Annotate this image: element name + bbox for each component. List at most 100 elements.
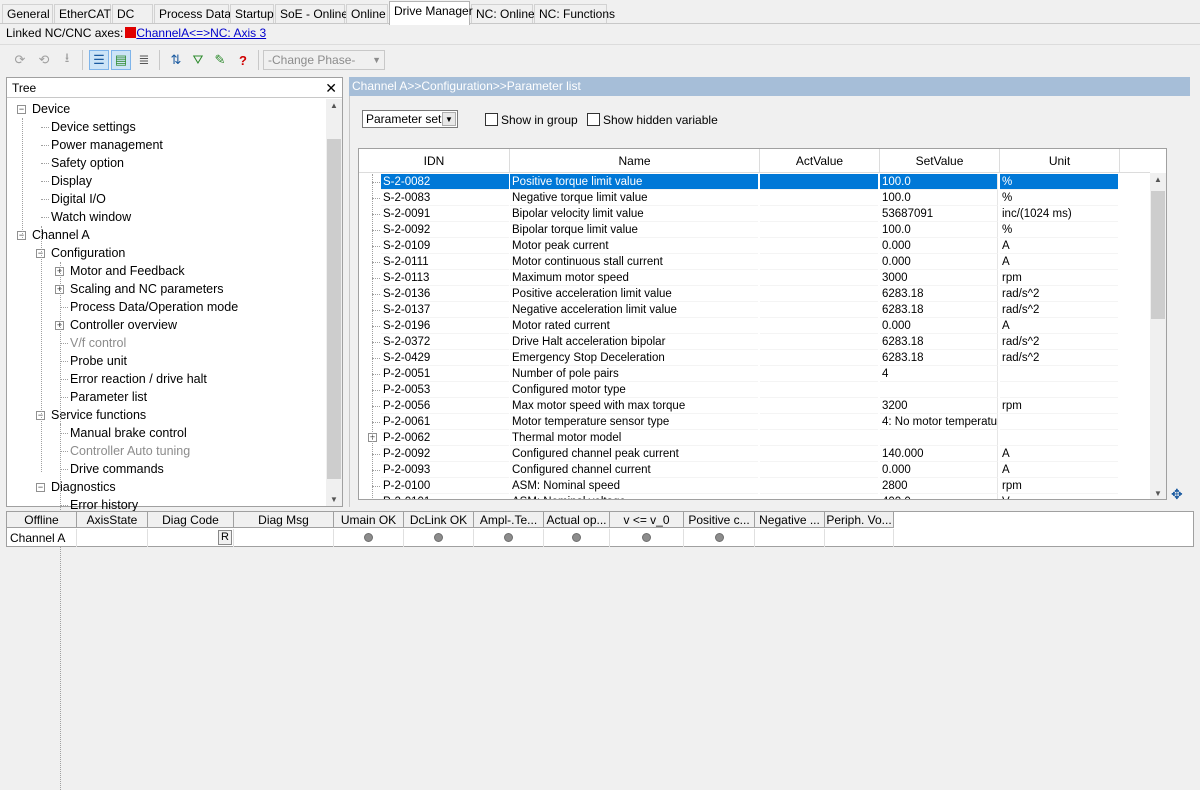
column-header-setvalue[interactable]: SetValue [880, 149, 1000, 173]
table-row[interactable]: + P-2-0062 Thermal motor model [359, 430, 1149, 446]
reset-button[interactable]: R [218, 530, 232, 545]
cell-set[interactable]: 0.000 [880, 238, 998, 254]
tab-ethercat[interactable]: EtherCAT [54, 4, 111, 23]
cell-set[interactable] [880, 430, 998, 446]
table-row[interactable]: P-2-0056 Max motor speed with max torque 3… [359, 398, 1149, 414]
cell-set[interactable] [880, 382, 998, 398]
table-row[interactable]: S-2-0113 Maximum motor speed 3000 rpm [359, 270, 1149, 286]
table-row[interactable]: P-2-0101ASM: Nominal voltage 400.0V [359, 494, 1149, 499]
cell-set[interactable]: 3200 [880, 398, 998, 414]
linked-axis-link[interactable]: ChannelA<=>NC: Axis 3 [136, 26, 266, 40]
cell-set[interactable]: 100.0 [880, 222, 998, 238]
tab-online[interactable]: Online [346, 4, 388, 23]
table-row[interactable]: S-2-0111 Motor continuous stall current 0.… [359, 254, 1149, 270]
tree-scrollbar[interactable]: ▲ ▼ [326, 99, 342, 506]
collapse-icon[interactable]: − [36, 483, 45, 492]
tree-item[interactable]: Watch window [51, 208, 131, 226]
cell-set[interactable]: 100.0 [880, 190, 998, 206]
cell-set[interactable]: 100.0 [880, 174, 998, 190]
column-header-actvalue[interactable]: ActValue [760, 149, 880, 173]
table-row[interactable]: S-2-0136 Positive acceleration limit valu… [359, 286, 1149, 302]
tree-item[interactable]: Parameter list [70, 388, 147, 406]
change-phase-select[interactable]: -Change Phase- ▼ [263, 50, 385, 70]
parameter-set-select[interactable]: Parameter set 2 ▼ [362, 110, 458, 128]
table-row[interactable]: S-2-0082 Positive torque limit value 100.0… [359, 174, 1149, 190]
cell-set[interactable]: 53687091 [880, 206, 998, 222]
table-row[interactable]: P-2-0061 Motor temperature sensor type 4: … [359, 414, 1149, 430]
cell-set[interactable]: 6283.18 [880, 286, 998, 302]
tree-item[interactable]: Scaling and NC parameters [70, 280, 224, 298]
table-row[interactable]: S-2-0429 Emergency Stop Deceleration 6283.… [359, 350, 1149, 366]
help-icon[interactable]: ? [233, 50, 253, 70]
tree-item[interactable]: Display [51, 172, 92, 190]
table-row[interactable]: S-2-0372 Drive Halt acceleration bipolar 6… [359, 334, 1149, 350]
column-header-name[interactable]: Name [510, 149, 760, 173]
tab-general[interactable]: General [2, 4, 53, 23]
tree-item[interactable]: Power management [51, 136, 163, 154]
table-row[interactable]: P-2-0051 Number of pole pairs 4 [359, 366, 1149, 382]
tree-item[interactable]: Drive commands [70, 460, 164, 478]
table-row[interactable]: S-2-0137 Negative acceleration limit valu… [359, 302, 1149, 318]
table-row[interactable]: S-2-0091 Bipolar velocity limit value 5368… [359, 206, 1149, 222]
cell-set[interactable]: 2800 [880, 478, 998, 494]
cell-set[interactable]: 0.000 [880, 462, 998, 478]
status-header-3: Diag Msg [234, 512, 334, 528]
column-header-idn[interactable]: IDN [359, 149, 510, 173]
cell-set[interactable]: 4 [880, 366, 998, 382]
grid-view-icon[interactable]: ▤ [111, 50, 131, 70]
tree-item[interactable]: Probe unit [70, 352, 127, 370]
cell-set[interactable]: 4: No motor temperatur... [880, 414, 998, 430]
grid-scrollbar[interactable]: ▲ ▼ [1150, 173, 1166, 499]
table-row[interactable]: S-2-0196 Motor rated current 0.000 A [359, 318, 1149, 334]
status-header-8: v <= v_0 [610, 512, 684, 528]
tree-item[interactable]: Error reaction / drive halt [70, 370, 207, 388]
tab-nc-online[interactable]: NC: Online [471, 4, 535, 23]
cell-set[interactable]: 6283.18 [880, 350, 998, 366]
column-header-unit[interactable]: Unit [1000, 149, 1120, 173]
table-row[interactable]: S-2-0092 Bipolar torque limit value 100.0% [359, 222, 1149, 238]
filter-icon[interactable]: ⛛ [188, 50, 208, 70]
tab-drive-manager[interactable]: Drive Manager [389, 1, 473, 25]
tab-startup[interactable]: Startup [230, 4, 274, 23]
table-row[interactable]: S-2-0109 Motor peak current 0.000 A [359, 238, 1149, 254]
tree-item[interactable]: Digital I/O [51, 190, 106, 208]
cell-set[interactable]: 0.000 [880, 254, 998, 270]
show-in-group-checkbox[interactable] [485, 113, 498, 126]
tools-icon[interactable]: ✎ [210, 50, 230, 70]
table-row[interactable]: S-2-0083 Negative torque limit value 100.0… [359, 190, 1149, 206]
cell-set[interactable]: 6283.18 [880, 302, 998, 318]
cell-name: Configured channel peak current [510, 446, 758, 462]
collapse-icon[interactable]: − [17, 105, 26, 114]
sort-icon[interactable]: ⇅ [166, 50, 186, 70]
table-row[interactable]: P-2-0053 Configured motor type [359, 382, 1149, 398]
table-row[interactable]: P-2-0100 ASM: Nominal speed 2800 rpm [359, 478, 1149, 494]
refresh-all-icon[interactable]: ⟲ [34, 50, 54, 70]
tree-item[interactable]: Controller overview [70, 316, 177, 334]
tree-item[interactable]: Manual brake control [70, 424, 187, 442]
tree-item[interactable]: Motor and Feedback [70, 262, 185, 280]
tree-item[interactable]: Device [32, 100, 70, 118]
refresh-icon[interactable]: ⟳ [10, 50, 30, 70]
tab-dc[interactable]: DC [112, 4, 153, 23]
tree-item[interactable]: Safety option [51, 154, 124, 172]
cell-set[interactable]: 140.000 [880, 446, 998, 462]
tree-item[interactable]: Service functions [51, 406, 146, 424]
cell-set[interactable]: 0.000 [880, 318, 998, 334]
tab-process-data[interactable]: Process Data [154, 4, 231, 23]
download-icon[interactable]: ⭳ [57, 50, 77, 70]
cell-set[interactable]: 6283.18 [880, 334, 998, 350]
close-icon[interactable]: ✕ [325, 78, 337, 98]
tab-nc-functions[interactable]: NC: Functions [534, 4, 615, 23]
tree-item[interactable]: Process Data/Operation mode [70, 298, 238, 316]
tree-view-icon[interactable]: ☰ [89, 50, 109, 70]
tree-item[interactable]: Configuration [51, 244, 125, 262]
cell-set[interactable]: 3000 [880, 270, 998, 286]
move-icon[interactable]: ✥ [1171, 486, 1183, 503]
show-hidden-checkbox[interactable] [587, 113, 600, 126]
table-row[interactable]: P-2-0093 Configured channel current 0.000 A [359, 462, 1149, 478]
tree-item[interactable]: Device settings [51, 118, 136, 136]
tab-soe-online[interactable]: SoE - Online [275, 4, 348, 23]
cell-set[interactable]: 400.0 [880, 494, 998, 499]
table-row[interactable]: P-2-0092 Configured channel peak current 1… [359, 446, 1149, 462]
list-view-icon[interactable]: ≣ [134, 50, 154, 70]
